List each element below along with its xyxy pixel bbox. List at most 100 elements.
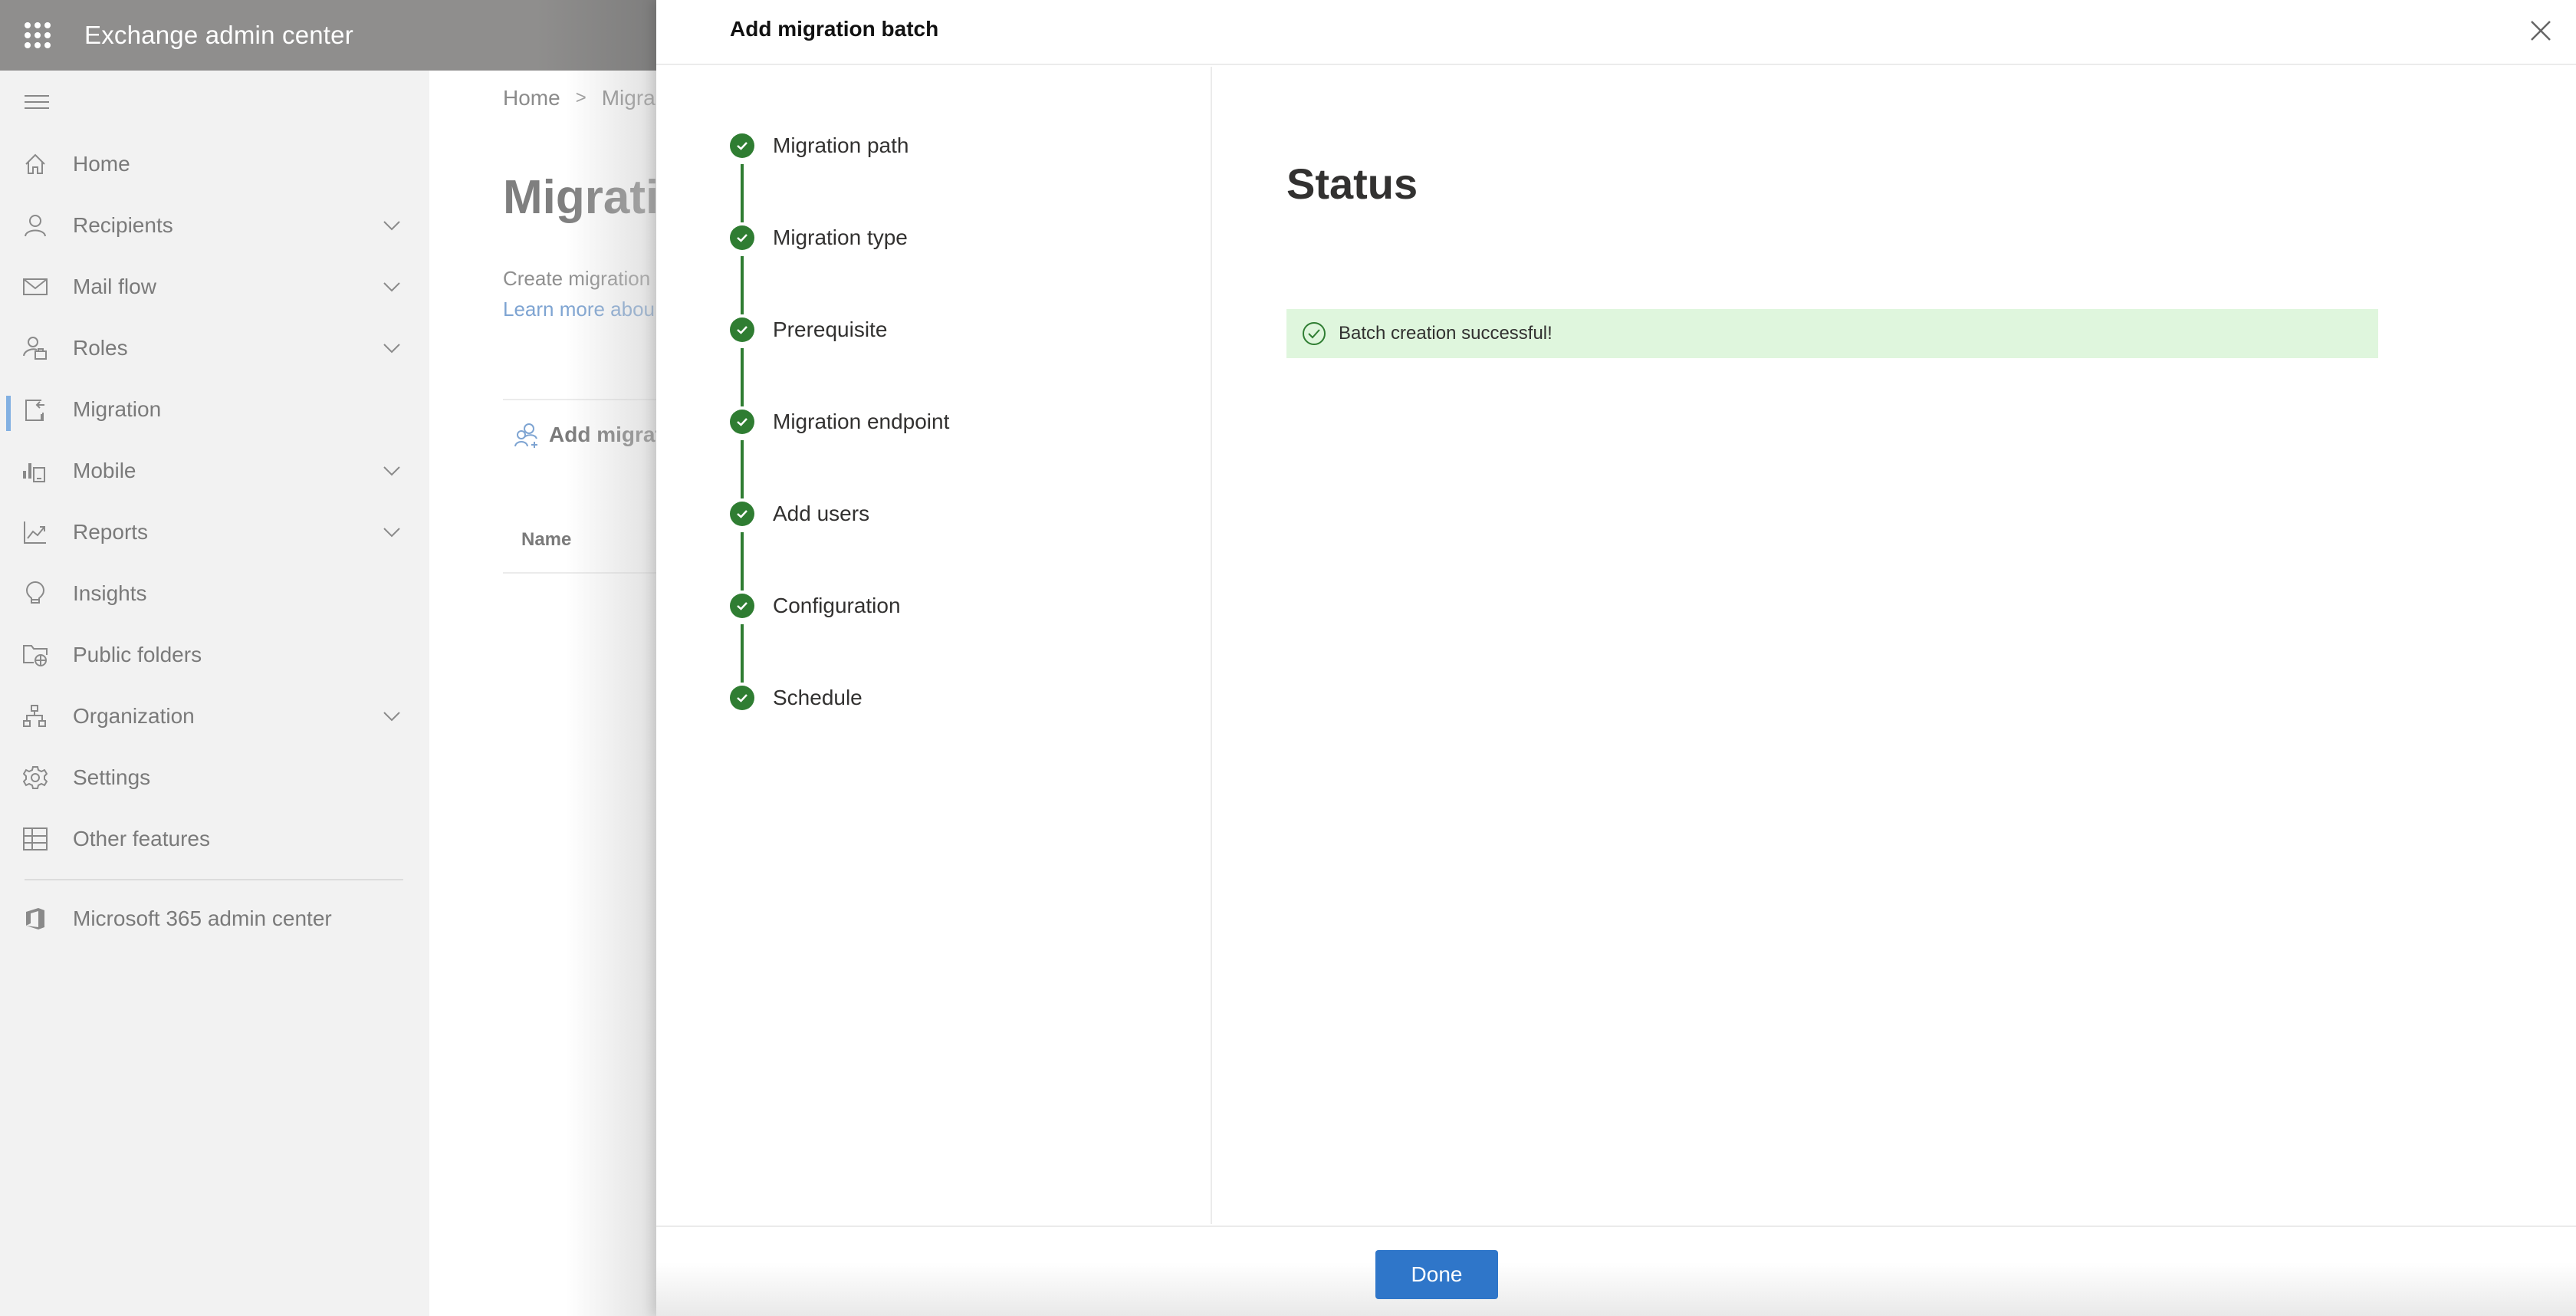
step-prerequisite[interactable]: Prerequisite bbox=[730, 314, 887, 345]
chevron-down-icon[interactable] bbox=[382, 706, 402, 726]
check-circle-icon bbox=[730, 225, 754, 250]
step-connector bbox=[741, 348, 744, 406]
add-users-icon bbox=[514, 423, 537, 448]
page-description: Create migration bbox=[503, 267, 651, 290]
sidebar-item-reports[interactable]: Reports bbox=[0, 502, 429, 563]
roles-icon bbox=[23, 336, 48, 360]
person-icon bbox=[23, 213, 48, 238]
sidebar-item-mobile[interactable]: Mobile bbox=[0, 440, 429, 502]
hamburger-menu-icon[interactable] bbox=[25, 95, 49, 110]
sidebar-item-recipients[interactable]: Recipients bbox=[0, 195, 429, 256]
panel-footer: Done bbox=[656, 1226, 2576, 1316]
sidebar-item-other-features[interactable]: Other features bbox=[0, 808, 429, 870]
success-message-bar: Batch creation successful! bbox=[1286, 309, 2378, 358]
chart-icon bbox=[23, 520, 48, 544]
sidebar-item-settings[interactable]: Settings bbox=[0, 747, 429, 808]
sidebar-item-label: Roles bbox=[73, 336, 128, 360]
lightbulb-icon bbox=[23, 581, 48, 606]
check-circle-icon bbox=[730, 133, 754, 158]
org-chart-icon bbox=[23, 704, 48, 729]
check-circle-outline-icon bbox=[1302, 321, 1326, 346]
breadcrumb-separator-icon: > bbox=[575, 87, 586, 108]
close-button[interactable] bbox=[2528, 18, 2553, 43]
check-circle-icon bbox=[730, 502, 754, 526]
sidebar-item-m365-admin-center[interactable]: Microsoft 365 admin center bbox=[0, 888, 429, 949]
step-label: Schedule bbox=[773, 686, 863, 709]
wizard-steps: Migration path Migration type Prerequisi… bbox=[656, 67, 1212, 1224]
mail-icon bbox=[23, 275, 48, 299]
office-icon bbox=[23, 906, 48, 931]
step-label: Migration endpoint bbox=[773, 410, 950, 433]
add-migration-batch-panel: Add migration batch Migration path Migra… bbox=[656, 0, 2576, 1316]
home-icon bbox=[23, 152, 48, 176]
nav-divider bbox=[25, 879, 403, 880]
add-migration-batch-button[interactable]: Add migrat bbox=[514, 422, 662, 448]
check-circle-icon bbox=[730, 410, 754, 434]
sidebar-item-organization[interactable]: Organization bbox=[0, 686, 429, 747]
migration-icon bbox=[23, 397, 48, 422]
sidebar-item-insights[interactable]: Insights bbox=[0, 563, 429, 624]
learn-more-link[interactable]: Learn more abou bbox=[503, 298, 655, 321]
done-button[interactable]: Done bbox=[1375, 1250, 1498, 1299]
chevron-down-icon[interactable] bbox=[382, 522, 402, 542]
step-migration-path[interactable]: Migration path bbox=[730, 130, 909, 161]
step-connector bbox=[741, 532, 744, 591]
panel-header: Add migration batch bbox=[656, 0, 2576, 65]
gear-icon bbox=[22, 765, 48, 790]
chevron-down-icon[interactable] bbox=[382, 215, 402, 235]
success-message-text: Batch creation successful! bbox=[1339, 323, 1552, 344]
panel-title: Add migration batch bbox=[730, 17, 939, 41]
sidebar-item-label: Recipients bbox=[73, 213, 173, 237]
sidebar-item-label: Settings bbox=[73, 765, 151, 789]
nav-list: Home Recipients Mail flow Roles Migratio… bbox=[0, 133, 429, 949]
active-indicator bbox=[6, 396, 11, 431]
step-migration-endpoint[interactable]: Migration endpoint bbox=[730, 406, 949, 437]
sidebar-item-home[interactable]: Home bbox=[0, 133, 429, 195]
sidebar-item-migration[interactable]: Migration bbox=[0, 379, 429, 440]
sidebar-item-label: Other features bbox=[73, 827, 210, 850]
sidebar-item-label: Migration bbox=[73, 397, 162, 421]
panel-content: Status Batch creation successful! bbox=[1214, 67, 2576, 1224]
folder-globe-icon bbox=[23, 643, 48, 667]
breadcrumb-home[interactable]: Home bbox=[503, 86, 560, 110]
step-connector bbox=[741, 624, 744, 683]
app-launcher-icon[interactable] bbox=[25, 22, 51, 48]
mobile-icon bbox=[23, 459, 48, 483]
step-label: Configuration bbox=[773, 594, 901, 617]
breadcrumb: Home > Migra bbox=[503, 86, 656, 110]
step-migration-type[interactable]: Migration type bbox=[730, 222, 908, 253]
sidebar-item-label: Reports bbox=[73, 520, 149, 544]
step-connector bbox=[741, 440, 744, 498]
sidebar-item-mail-flow[interactable]: Mail flow bbox=[0, 256, 429, 317]
chevron-down-icon[interactable] bbox=[382, 277, 402, 297]
step-schedule[interactable]: Schedule bbox=[730, 683, 863, 713]
sidebar-item-label: Insights bbox=[73, 581, 147, 605]
column-header-name[interactable]: Name bbox=[521, 529, 571, 551]
sidebar-item-label: Public folders bbox=[73, 643, 202, 666]
sidebar-item-label: Organization bbox=[73, 704, 195, 728]
chevron-down-icon[interactable] bbox=[382, 461, 402, 481]
app-title[interactable]: Exchange admin center bbox=[84, 21, 353, 50]
sidebar-item-roles[interactable]: Roles bbox=[0, 317, 429, 379]
status-heading: Status bbox=[1286, 160, 1418, 208]
step-label: Prerequisite bbox=[773, 317, 888, 341]
step-label: Add users bbox=[773, 502, 870, 525]
sidebar-item-public-folders[interactable]: Public folders bbox=[0, 624, 429, 686]
close-icon bbox=[2531, 21, 2551, 41]
step-label: Migration path bbox=[773, 133, 909, 157]
step-label: Migration type bbox=[773, 225, 908, 249]
step-add-users[interactable]: Add users bbox=[730, 498, 869, 529]
check-circle-icon bbox=[730, 686, 754, 710]
chevron-down-icon[interactable] bbox=[382, 338, 402, 358]
check-circle-icon bbox=[730, 594, 754, 618]
add-migration-batch-label: Add migrat bbox=[549, 423, 662, 446]
sidebar-item-label: Mobile bbox=[73, 459, 136, 482]
table-icon bbox=[23, 827, 48, 851]
check-circle-icon bbox=[730, 317, 754, 342]
sidebar-item-label: Home bbox=[73, 152, 130, 176]
step-connector bbox=[741, 164, 744, 222]
sidebar-item-label: Microsoft 365 admin center bbox=[73, 906, 332, 930]
sidebar: Home Recipients Mail flow Roles Migratio… bbox=[0, 71, 429, 1316]
sidebar-item-label: Mail flow bbox=[73, 275, 156, 298]
step-configuration[interactable]: Configuration bbox=[730, 591, 901, 621]
